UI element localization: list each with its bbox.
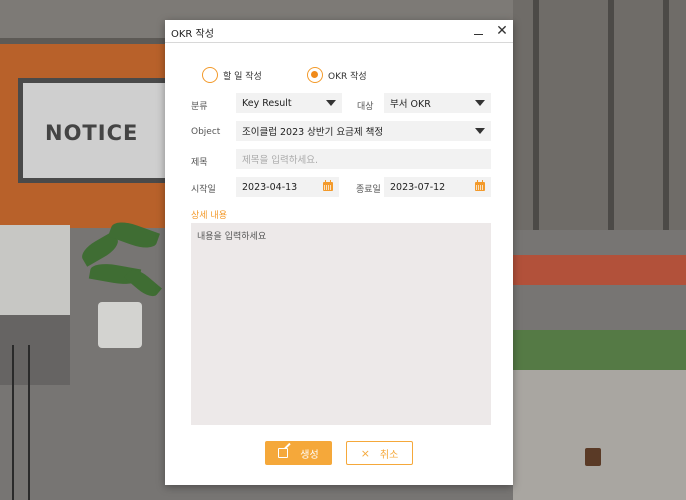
chevron-down-icon xyxy=(326,100,336,106)
object-select[interactable]: 조이클럽 2023 상반기 요금제 책정 xyxy=(236,121,491,141)
green-shelf xyxy=(513,330,686,370)
radio-todo-label: 할 일 작성 xyxy=(223,71,262,82)
okr-dialog: OKR 작성 ✕ 할 일 작성 OKR 작성 분류 Key Result 대상 … xyxy=(165,20,513,485)
window-title: OKR 작성 xyxy=(171,29,214,40)
end-date-input[interactable]: 2023-07-12 xyxy=(384,177,491,197)
lamp-pole xyxy=(28,345,30,500)
target-value: 부서 OKR xyxy=(390,99,431,110)
calendar-icon[interactable] xyxy=(475,180,485,191)
detail-textarea[interactable]: 내용을 입력하세요 xyxy=(191,223,491,425)
category-value: Key Result xyxy=(242,97,292,109)
notice-board-text: NOTICE xyxy=(45,121,139,145)
title-bar: OKR 작성 ✕ xyxy=(165,20,513,43)
target-label: 대상 xyxy=(357,102,374,112)
radio-okr-circle[interactable] xyxy=(307,67,323,83)
plant-pot xyxy=(98,302,142,348)
cancel-button-label: 취소 xyxy=(379,449,399,461)
end-date-label: 종료일 xyxy=(356,185,381,195)
chevron-down-icon xyxy=(475,128,485,134)
minimize-icon[interactable] xyxy=(469,22,487,40)
window-pane xyxy=(663,0,669,230)
detail-placeholder: 내용을 입력하세요 xyxy=(197,232,267,242)
edit-icon xyxy=(278,448,289,458)
title-input[interactable]: 제목을 입력하세요. xyxy=(236,149,491,169)
create-button-label: 생성 xyxy=(300,449,319,461)
object-label: Object xyxy=(191,127,221,137)
window-pane xyxy=(533,0,539,230)
create-button[interactable]: 생성 xyxy=(265,441,332,465)
radio-okr-label: OKR 작성 xyxy=(328,71,367,82)
start-date-input[interactable]: 2023-04-13 xyxy=(236,177,339,197)
right-window xyxy=(513,0,686,230)
lamp-pole xyxy=(12,345,14,500)
radio-okr[interactable]: OKR 작성 xyxy=(307,67,367,83)
window-pane xyxy=(608,0,614,230)
detail-label: 상세 내용 xyxy=(191,211,227,221)
target-select[interactable]: 부서 OKR xyxy=(384,93,491,113)
floor-right xyxy=(513,370,686,500)
window-frame xyxy=(0,38,165,44)
desk-left xyxy=(0,225,70,315)
category-select[interactable]: Key Result xyxy=(236,93,342,113)
calendar-icon[interactable] xyxy=(323,180,333,191)
radio-todo[interactable]: 할 일 작성 xyxy=(202,67,262,83)
coffee-mug xyxy=(585,448,601,466)
title-label: 제목 xyxy=(191,158,208,168)
chevron-down-icon xyxy=(475,100,485,106)
end-date-value: 2023-07-12 xyxy=(390,181,446,193)
object-value: 조이클럽 2023 상반기 요금제 책정 xyxy=(242,127,384,138)
notice-board: NOTICE xyxy=(18,78,165,183)
start-date-label: 시작일 xyxy=(191,185,216,195)
desk-right xyxy=(513,255,686,285)
title-placeholder: 제목을 입력하세요. xyxy=(242,155,318,166)
close-icon[interactable]: ✕ xyxy=(493,22,511,40)
category-label: 분류 xyxy=(191,102,208,112)
desk-left-base xyxy=(0,315,70,385)
cancel-button[interactable]: × 취소 xyxy=(346,441,413,465)
radio-todo-circle[interactable] xyxy=(202,67,218,83)
start-date-value: 2023-04-13 xyxy=(242,181,298,193)
close-icon: × xyxy=(360,446,370,460)
